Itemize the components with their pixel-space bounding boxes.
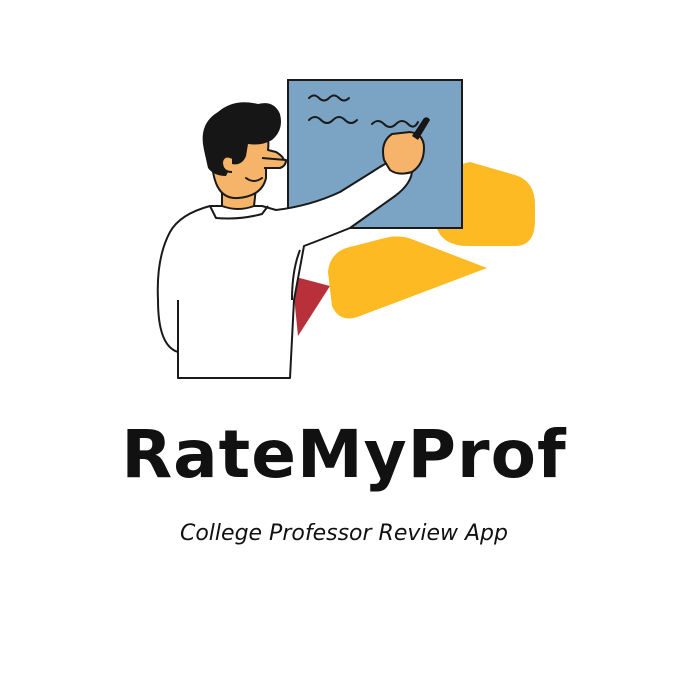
logo-canvas: RateMyProf College Professor Review App — [0, 0, 688, 688]
yellow-front-shape — [328, 236, 487, 319]
app-tagline: College Professor Review App — [179, 521, 508, 546]
ear — [220, 155, 233, 173]
teacher-writing-on-board-icon — [156, 79, 535, 379]
app-name: RateMyProf — [121, 416, 567, 493]
nose — [261, 157, 287, 169]
